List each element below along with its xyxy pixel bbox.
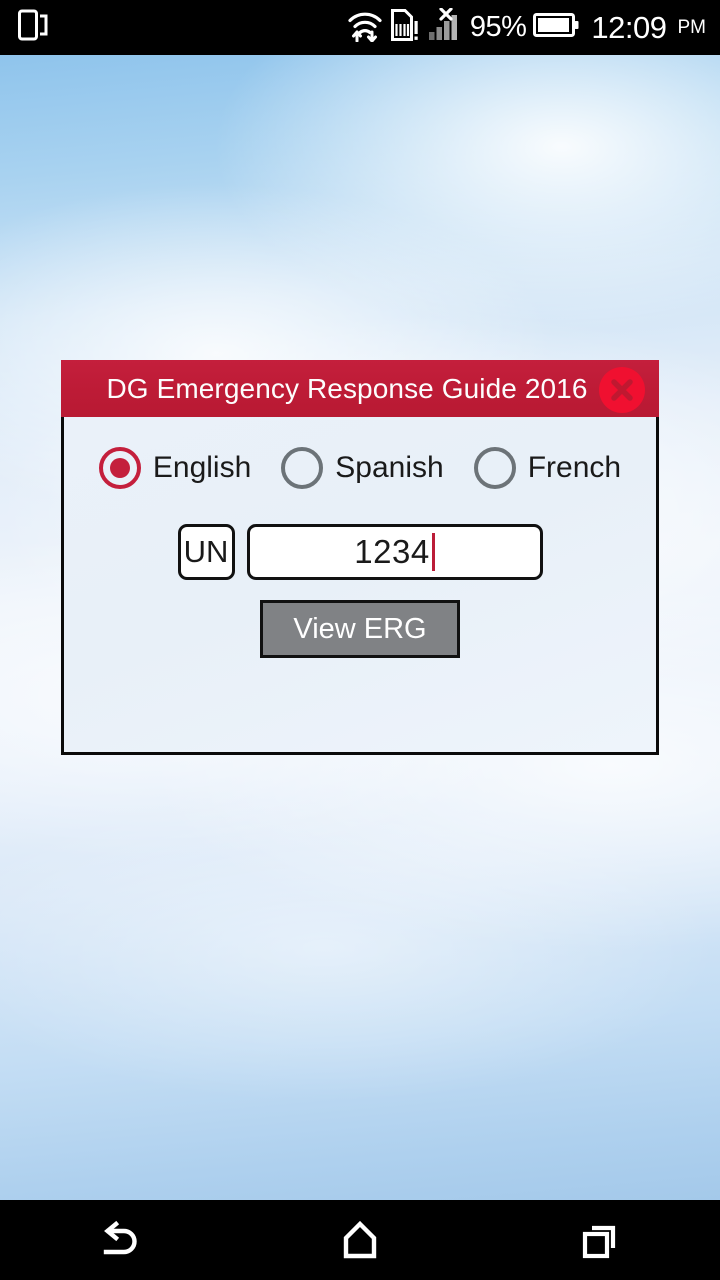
text-caret — [431, 533, 435, 571]
radio-english-icon[interactable] — [98, 447, 141, 489]
radio-option-spanish[interactable]: Spanish — [281, 447, 444, 489]
un-number-input[interactable]: 1234 — [246, 524, 543, 580]
radio-french-icon[interactable] — [473, 447, 516, 489]
nav-back-button[interactable] — [0, 1200, 240, 1280]
erg-dialog: DG Emergency Response Guide 2016 English… — [61, 360, 659, 755]
close-icon[interactable] — [599, 366, 645, 413]
status-bar-left-icons — [18, 9, 48, 46]
battery-percent-label: 95% — [469, 11, 527, 43]
wifi-data-transfer-icon — [347, 8, 383, 47]
recent-apps-icon — [578, 1218, 622, 1262]
nav-home-button[interactable] — [240, 1200, 480, 1280]
radio-english-dot — [109, 458, 130, 478]
clock-ampm: PM — [677, 17, 707, 38]
radio-spanish-icon[interactable] — [281, 447, 324, 489]
sim-card-alert-icon — [390, 8, 420, 47]
dialog-title: DG Emergency Response Guide 2016 — [106, 372, 588, 404]
status-bar-right-icons: 95% 12:09 PM — [347, 7, 707, 47]
home-icon — [338, 1218, 382, 1262]
un-prefix-label: UN — [177, 524, 235, 580]
view-erg-button[interactable]: View ERG — [260, 600, 460, 658]
battery-full-icon — [533, 12, 579, 43]
radio-option-french[interactable]: French — [473, 447, 622, 489]
back-arrow-icon — [97, 1218, 143, 1262]
dialog-title-bar: DG Emergency Response Guide 2016 — [61, 360, 659, 417]
one-hand-mode-icon — [18, 9, 48, 46]
radio-english-label: English — [152, 451, 252, 484]
radio-option-english[interactable]: English — [98, 447, 252, 489]
nav-recents-button[interactable] — [480, 1200, 720, 1280]
status-bar: 95% 12:09 PM — [0, 0, 720, 55]
no-signal-icon — [427, 7, 463, 47]
un-number-value: 1234 — [354, 533, 430, 570]
navigation-bar — [0, 1200, 720, 1280]
un-number-row: UN 1234 — [64, 524, 656, 580]
dialog-body: English Spanish French UN 1234 View ERG — [61, 417, 659, 755]
phone-screen: 95% 12:09 PM DG Emergency Response Guide… — [0, 0, 720, 1280]
radio-french-label: French — [527, 451, 622, 484]
clock-time: 12:09 — [591, 10, 667, 45]
radio-spanish-label: Spanish — [335, 451, 444, 484]
language-radio-group: English Spanish French — [64, 447, 656, 489]
